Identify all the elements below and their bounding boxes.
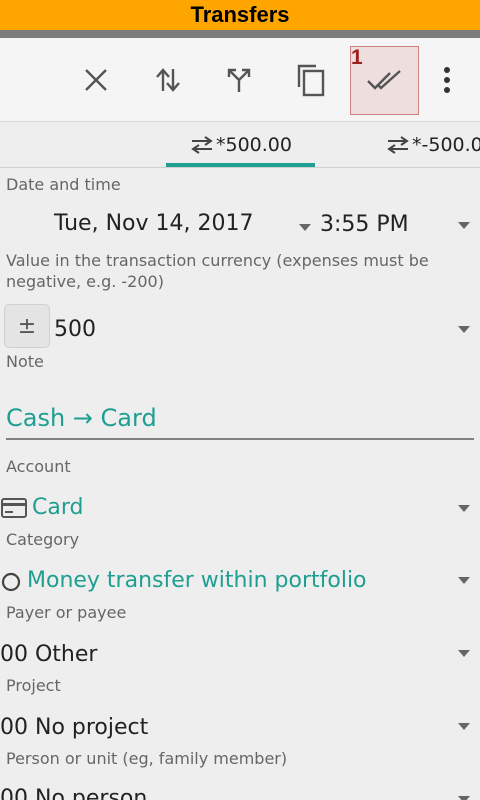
amount-input[interactable]: 500 (54, 317, 96, 342)
swap-vertical-icon (156, 68, 180, 92)
payee-dropdown-icon[interactable] (458, 650, 470, 657)
account-dropdown-icon[interactable] (458, 505, 470, 512)
sign-toggle-button[interactable]: ± (4, 304, 50, 348)
person-label: Person or unit (eg, family member) (6, 749, 288, 768)
swap-horizontal-icon (387, 136, 409, 154)
project-select[interactable]: 00 No project (0, 715, 148, 740)
category-label: Category (6, 530, 80, 549)
action-toolbar: 1 (0, 38, 480, 122)
more-options-button[interactable] (421, 38, 473, 122)
category-dropdown-icon[interactable] (458, 577, 470, 584)
date-label: Date and time (6, 175, 121, 194)
project-label: Project (6, 676, 61, 695)
time-dropdown-icon[interactable] (458, 222, 470, 229)
split-arrows-icon (227, 68, 251, 92)
more-vert-icon (444, 67, 450, 93)
done-all-icon-wrap[interactable] (358, 38, 410, 122)
value-label: Value in the transaction currency (expen… (6, 251, 429, 291)
tab-split-2[interactable]: *-500.00 (386, 122, 480, 168)
copy-icon (297, 64, 325, 97)
title-bar: Transfers (0, 0, 480, 30)
project-dropdown-icon[interactable] (458, 723, 470, 730)
time-picker[interactable]: 3:55 PM (320, 212, 409, 237)
tab-label: *-500.00 (412, 134, 480, 156)
tab-label: *500.00 (216, 134, 292, 156)
note-input[interactable]: Cash → Card (6, 404, 157, 432)
circle-outline-icon (1, 572, 21, 592)
amount-dropdown-icon[interactable] (458, 326, 470, 333)
tab-split-1[interactable]: *500.00 (190, 122, 292, 168)
split-tabs: *500.00 *-500.00 (0, 122, 480, 168)
account-select[interactable]: Card (32, 495, 83, 520)
date-picker[interactable]: Tue, Nov 14, 2017 (54, 211, 253, 236)
swap-button[interactable] (142, 38, 194, 122)
person-dropdown-icon[interactable] (458, 796, 470, 800)
note-label: Note (6, 352, 44, 371)
app-title: Transfers (190, 2, 290, 27)
close-icon (85, 69, 107, 91)
payee-select[interactable]: 00 Other (0, 642, 97, 667)
category-select[interactable]: Money transfer within portfolio (27, 568, 367, 593)
note-underline (6, 438, 474, 440)
date-dropdown-icon[interactable] (299, 224, 311, 231)
credit-card-icon (1, 498, 27, 518)
close-button[interactable] (70, 38, 122, 122)
swap-horizontal-icon (191, 136, 213, 154)
split-button[interactable] (213, 38, 265, 122)
active-tab-indicator (166, 163, 315, 167)
payee-label: Payer or payee (6, 603, 127, 622)
account-label: Account (6, 457, 71, 476)
done-all-icon (367, 70, 401, 90)
person-select[interactable]: 00 No person (0, 786, 147, 800)
title-divider (0, 30, 480, 38)
copy-button[interactable] (285, 38, 337, 122)
